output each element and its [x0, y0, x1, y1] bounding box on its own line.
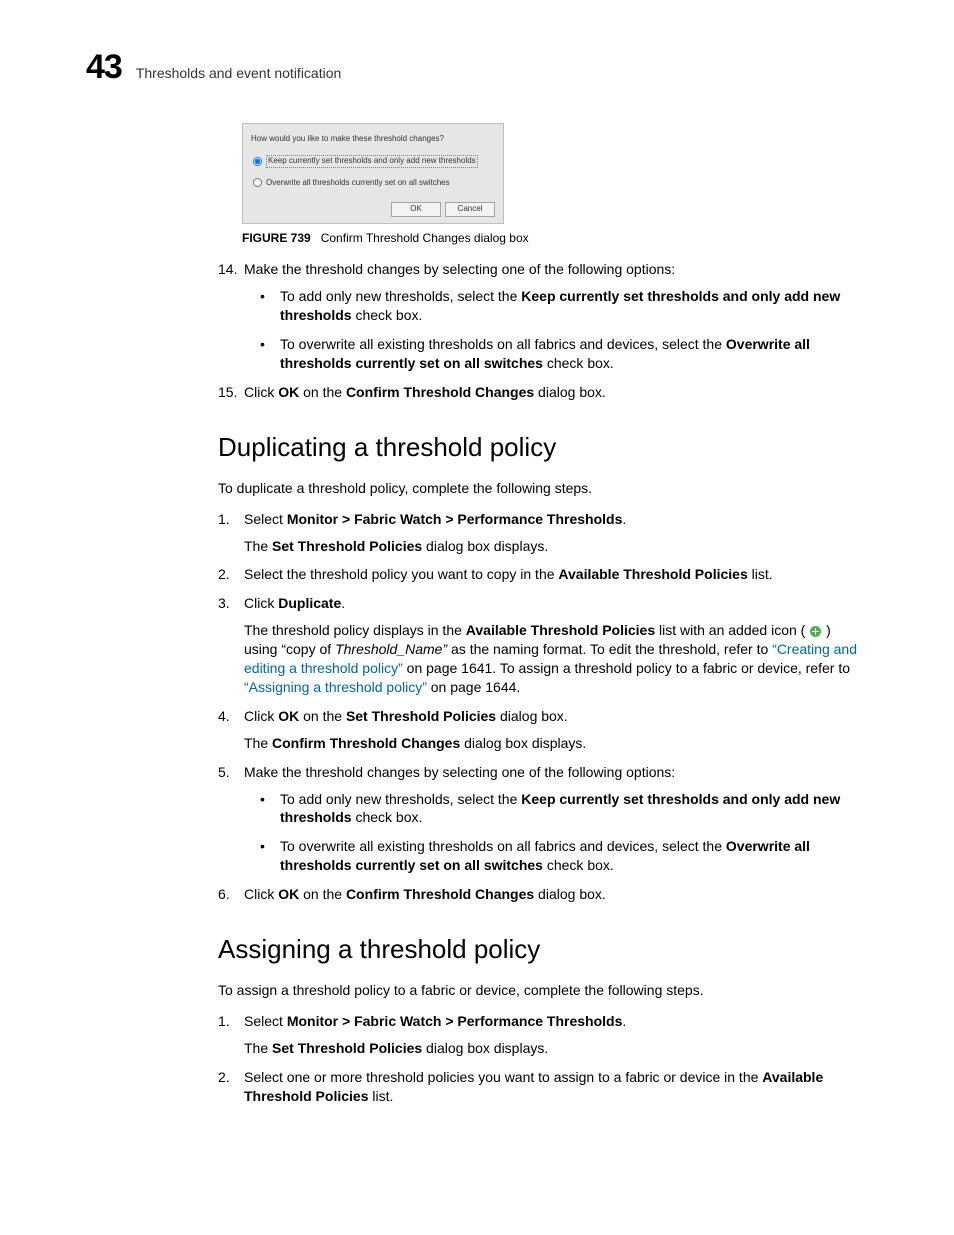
duplicate-icon	[810, 626, 821, 637]
step-6: 6. Click OK on the Confirm Threshold Cha…	[218, 885, 866, 904]
step-5-bullets: To add only new thresholds, select the K…	[260, 790, 866, 876]
ok-button[interactable]: OK	[391, 202, 441, 217]
page: 43 Thresholds and event notification How…	[0, 0, 954, 1235]
step-2: 2. Select the threshold policy you want …	[218, 565, 866, 584]
figure-label: FIGURE 739	[242, 231, 311, 245]
step-14: 14. Make the threshold changes by select…	[218, 260, 866, 372]
bullet: To add only new thresholds, select the K…	[260, 287, 866, 325]
steps-list-a: 14. Make the threshold changes by select…	[218, 260, 866, 401]
step-number: 4.	[218, 707, 230, 726]
step-sub: The Confirm Threshold Changes dialog box…	[244, 734, 866, 753]
step-number: 15.	[218, 383, 237, 402]
step-5: 5. Make the threshold changes by selecti…	[218, 763, 866, 875]
radio-overwrite[interactable]	[253, 178, 262, 187]
bullet: To overwrite all existing thresholds on …	[260, 837, 866, 875]
dialog-option-overwrite-label: Overwrite all thresholds currently set o…	[266, 178, 450, 189]
step-15: 15. Click OK on the Confirm Threshold Ch…	[218, 383, 866, 402]
bullet: To overwrite all existing thresholds on …	[260, 335, 866, 373]
step-sub: The threshold policy displays in the Ava…	[244, 621, 866, 697]
step-number: 2.	[218, 565, 230, 584]
step-number: 1.	[218, 510, 230, 529]
dialog-question: How would you like to make these thresho…	[251, 134, 495, 145]
cancel-button[interactable]: Cancel	[445, 202, 495, 217]
step-1: 1. Select Monitor > Fabric Watch > Perfo…	[218, 510, 866, 556]
figure-caption-text: Confirm Threshold Changes dialog box	[321, 231, 529, 245]
step-14-bullets: To add only new thresholds, select the K…	[260, 287, 866, 373]
step-number: 1.	[218, 1012, 230, 1031]
section-intro: To duplicate a threshold policy, complet…	[218, 479, 866, 498]
steps-list-assign: 1. Select Monitor > Fabric Watch > Perfo…	[218, 1012, 866, 1106]
steps-list-dup: 1. Select Monitor > Fabric Watch > Perfo…	[218, 510, 866, 904]
confirm-threshold-dialog: How would you like to make these thresho…	[242, 123, 504, 224]
step-number: 2.	[218, 1068, 230, 1087]
step-2: 2. Select one or more threshold policies…	[218, 1068, 866, 1106]
step-number: 3.	[218, 594, 230, 613]
section-heading-assigning: Assigning a threshold policy	[218, 932, 866, 967]
section-intro: To assign a threshold policy to a fabric…	[218, 981, 866, 1000]
dialog-button-row: OK Cancel	[251, 202, 495, 217]
dialog-option-keep-label: Keep currently set thresholds and only a…	[266, 155, 478, 168]
dialog-option-overwrite[interactable]: Overwrite all thresholds currently set o…	[253, 178, 495, 189]
step-number: 5.	[218, 763, 230, 782]
page-header: 43 Thresholds and event notification	[86, 48, 876, 87]
step-number: 14.	[218, 260, 237, 279]
dialog-option-keep[interactable]: Keep currently set thresholds and only a…	[253, 155, 495, 168]
step-number: 6.	[218, 885, 230, 904]
link-assigning[interactable]: “Assigning a threshold policy”	[244, 679, 427, 695]
step-4: 4. Click OK on the Set Threshold Policie…	[218, 707, 866, 753]
step-text: Make the threshold changes by selecting …	[244, 261, 675, 277]
figure-caption: FIGURE 739 Confirm Threshold Changes dia…	[242, 230, 866, 246]
chapter-title: Thresholds and event notification	[136, 65, 341, 81]
radio-keep[interactable]	[253, 157, 262, 166]
bullet: To add only new thresholds, select the K…	[260, 790, 866, 828]
page-content: How would you like to make these thresho…	[218, 123, 866, 1106]
step-sub: The Set Threshold Policies dialog box di…	[244, 1039, 866, 1058]
section-heading-duplicating: Duplicating a threshold policy	[218, 430, 866, 465]
step-1: 1. Select Monitor > Fabric Watch > Perfo…	[218, 1012, 866, 1058]
step-sub: The Set Threshold Policies dialog box di…	[244, 537, 866, 556]
chapter-number: 43	[86, 48, 122, 87]
step-3: 3. Click Duplicate. The threshold policy…	[218, 594, 866, 696]
